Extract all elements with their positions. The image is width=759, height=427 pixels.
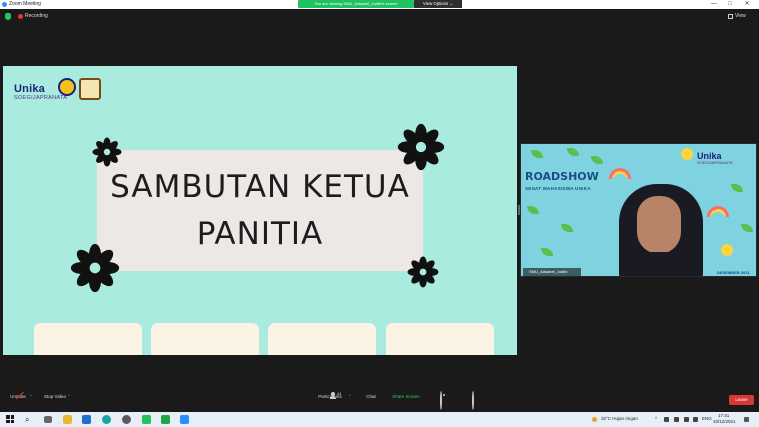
leaf-decoration-icon — [531, 150, 543, 158]
battery-icon[interactable] — [674, 417, 679, 422]
participants-button[interactable]: Participants — [312, 392, 348, 399]
slide-card — [386, 323, 494, 355]
line-app-icon[interactable] — [161, 415, 170, 424]
edge-browser-icon[interactable] — [102, 415, 111, 424]
shared-screen-slide: Unika SOEGIJAPRANATA SAMBUTAN KETUA PANI… — [3, 66, 517, 355]
slide-card — [268, 323, 376, 355]
zoom-meeting-window: Zoom Meeting — □ ✕ You are viewing SMU_A… — [0, 0, 759, 427]
leaf-decoration-icon — [527, 206, 539, 214]
wifi-icon[interactable] — [684, 417, 689, 422]
leaf-decoration-icon — [561, 224, 573, 232]
chat-label: Chat — [366, 394, 376, 399]
slide-title-line1: SAMBUTAN KETUA — [110, 169, 410, 205]
windows-taskbar: ⌕ 32°C Hujan ringan ^ ENG 17:41 10/12/20… — [0, 412, 759, 427]
video-subheading: SENAT MAHASISWA UNIKA — [525, 186, 591, 191]
recording-dot-icon — [18, 14, 23, 19]
slide-card — [34, 323, 142, 355]
chrome-browser-icon[interactable] — [122, 415, 131, 424]
title-box: SAMBUTAN KETUA PANITIA — [97, 150, 423, 271]
file-explorer-icon[interactable] — [63, 415, 72, 424]
rainbow-decoration-icon — [609, 168, 631, 179]
share-screen-label: Share Screen — [392, 394, 420, 399]
leaf-decoration-icon — [591, 156, 603, 164]
share-screen-button[interactable]: Share Screen — [388, 392, 424, 399]
video-brand-subtitle: SOEGIJAPRANATA — [697, 160, 733, 165]
participant-video-tile[interactable]: ROADSHOW SENAT MAHASISWA UNIKA Unika SOE… — [520, 143, 757, 277]
view-button[interactable]: View — [735, 12, 746, 21]
participants-count: 41 — [337, 391, 342, 396]
participant-face — [637, 196, 681, 254]
close-button[interactable]: ✕ — [739, 0, 755, 9]
leave-button[interactable]: Leave — [729, 395, 754, 405]
leaf-decoration-icon — [731, 184, 743, 192]
slide-title-line2: PANITIA — [196, 216, 324, 252]
record-icon — [440, 391, 442, 410]
video-heading: ROADSHOW — [525, 170, 599, 183]
video-options-caret[interactable]: ^ — [68, 393, 70, 398]
recording-label[interactable]: Recording — [25, 12, 48, 21]
slide-card — [151, 323, 259, 355]
windows-start-icon[interactable] — [6, 415, 14, 423]
window-title: Zoom Meeting — [9, 1, 41, 7]
chat-button[interactable]: Chat — [353, 392, 389, 399]
weather-icon[interactable] — [592, 417, 597, 422]
maximize-button[interactable]: □ — [722, 0, 738, 9]
leaf-decoration-icon — [741, 224, 753, 232]
minimize-button[interactable]: — — [706, 0, 722, 9]
sun-decoration-icon — [721, 244, 733, 256]
security-shield-icon[interactable] — [5, 13, 11, 20]
leaf-decoration-icon — [567, 148, 579, 156]
weather-text[interactable]: 32°C Hujan ringan — [601, 416, 638, 422]
cloud-icon[interactable] — [664, 417, 669, 422]
brand-subtitle: SOEGIJAPRANATA — [14, 95, 68, 101]
participants-options-caret[interactable]: ^ — [349, 393, 351, 398]
video-date: DESEMBER 2021 — [717, 270, 750, 275]
reactions-icon — [472, 391, 474, 410]
flower-icon — [397, 123, 445, 171]
volume-icon[interactable] — [693, 417, 698, 422]
zoom-taskbar-icon[interactable] — [180, 415, 189, 424]
notifications-icon[interactable] — [744, 417, 749, 422]
participant-name-tag: SMU_Adsabel_Judith — [523, 268, 581, 276]
whatsapp-icon[interactable] — [142, 415, 151, 424]
meeting-toolbar: Unmute ^ Stop Video ^ Participants 41 ^ … — [0, 388, 759, 417]
slide-title: SAMBUTAN KETUA PANITIA — [97, 164, 423, 258]
leaf-decoration-icon — [541, 248, 553, 256]
search-icon[interactable]: ⌕ — [25, 415, 29, 424]
audio-options-caret[interactable]: ^ — [30, 393, 32, 398]
language-indicator[interactable]: ENG — [702, 416, 712, 422]
university-logo — [58, 78, 76, 96]
view-layout-icon[interactable] — [728, 14, 733, 19]
flower-icon — [407, 256, 439, 288]
task-view-icon[interactable] — [44, 416, 52, 423]
tray-overflow-chevron[interactable]: ^ — [655, 416, 657, 422]
mail-icon[interactable] — [82, 415, 91, 424]
participant-body — [621, 252, 701, 276]
crest-logo — [79, 78, 101, 100]
sun-decoration-icon — [681, 148, 693, 160]
flower-icon — [70, 243, 120, 293]
screen-share-banner: You are viewing SMU_Adsabel_Judith's scr… — [298, 0, 414, 8]
flower-icon — [92, 137, 122, 167]
rainbow-decoration-icon — [707, 206, 729, 217]
view-options-button[interactable]: View Options ⌄ — [414, 0, 462, 8]
clock-date[interactable]: 10/12/2021 — [713, 419, 736, 425]
zoom-app-icon — [2, 2, 7, 7]
